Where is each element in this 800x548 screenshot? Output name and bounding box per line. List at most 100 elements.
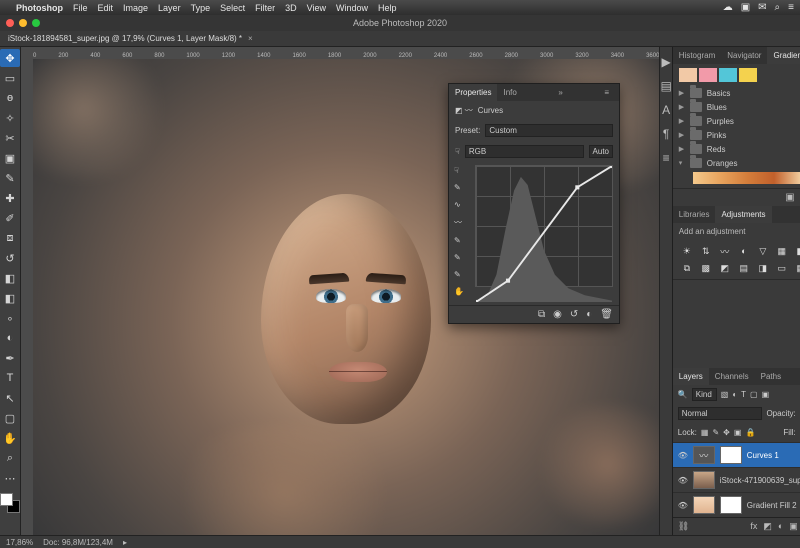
window-maximize-button[interactable] xyxy=(32,19,40,27)
auto-button[interactable]: Auto xyxy=(589,145,613,158)
visibility-icon[interactable]: 👁 xyxy=(678,476,688,485)
tool-wand[interactable]: ✧ xyxy=(0,109,20,127)
bell-icon[interactable]: ✉ xyxy=(758,2,766,13)
gradient-folder-pinks[interactable]: ▶Pinks xyxy=(673,128,800,142)
tool-type[interactable]: T xyxy=(0,369,20,387)
play-icon[interactable]: ▶ xyxy=(661,55,670,69)
window-minimize-button[interactable] xyxy=(19,19,27,27)
adj-curves[interactable]: 〰 xyxy=(717,244,733,258)
menu-select[interactable]: Select xyxy=(220,3,245,13)
menu-file[interactable]: File xyxy=(73,3,88,13)
tool-pen[interactable]: ✒ xyxy=(0,349,20,367)
menu-3d[interactable]: 3D xyxy=(285,3,297,13)
menu-view[interactable]: View xyxy=(307,3,326,13)
gradient-folder-reds[interactable]: ▶Reds xyxy=(673,142,800,156)
panel-menu-icon[interactable]: ≡ xyxy=(663,151,670,165)
clip-icon[interactable]: ⧉ xyxy=(538,309,545,320)
adj-color-lookup[interactable]: ▩ xyxy=(698,261,714,275)
tool-blur[interactable]: ∘ xyxy=(0,309,20,327)
menu-type[interactable]: Type xyxy=(191,3,211,13)
tool-lasso[interactable]: ɵ xyxy=(0,89,20,107)
tool-heal[interactable]: ✚ xyxy=(0,189,20,207)
filter-smart-icon[interactable]: ▣ xyxy=(762,390,770,399)
tab-info[interactable]: Info xyxy=(497,84,522,101)
tool-marquee[interactable]: ▭ xyxy=(0,69,20,87)
lock-artboard-icon[interactable]: ▣ xyxy=(734,428,742,437)
filter-type-icon[interactable]: T xyxy=(741,390,746,399)
reset-icon[interactable]: ↺ xyxy=(570,309,578,320)
menu-icon[interactable]: ≡ xyxy=(788,2,794,13)
finger-icon[interactable]: ☟ xyxy=(455,147,460,156)
new-group-icon[interactable]: ▣ xyxy=(785,192,794,203)
doc-info[interactable]: Doc: 96,8M/123,4M xyxy=(43,538,113,547)
adj-brightness[interactable]: ☀ xyxy=(679,244,695,258)
close-tab-icon[interactable]: × xyxy=(248,34,253,43)
mask-thumb[interactable] xyxy=(720,446,742,464)
smooth-icon[interactable]: ∿ xyxy=(454,200,464,209)
search-icon[interactable]: ⌕ xyxy=(775,2,781,13)
color-swatches[interactable] xyxy=(0,493,20,513)
panel-menu-icon[interactable]: ≡ xyxy=(598,84,615,101)
tool-gradient[interactable]: ◧ xyxy=(0,289,20,307)
curve-icon[interactable]: 〰 xyxy=(454,217,464,228)
tab-properties[interactable]: Properties xyxy=(449,84,497,101)
cloud-icon[interactable]: ☁ xyxy=(723,2,733,13)
adj-invert[interactable]: ◩ xyxy=(717,261,733,275)
tab-paths[interactable]: Paths xyxy=(755,368,787,385)
chevron-right-icon[interactable]: ▸ xyxy=(123,538,127,547)
tool-move[interactable]: ✥ xyxy=(0,49,20,67)
toggle-visibility-icon[interactable]: ◐ xyxy=(586,309,592,320)
hand-icon[interactable]: ✋ xyxy=(454,287,464,296)
adj-hue[interactable]: ▦ xyxy=(774,244,790,258)
lock-transparent-icon[interactable]: ▦ xyxy=(701,428,709,437)
tool-dodge[interactable]: ◐ xyxy=(0,329,20,347)
tab-layers[interactable]: Layers xyxy=(673,368,709,385)
menu-image[interactable]: Image xyxy=(123,3,148,13)
tool-stamp[interactable]: ⧈ xyxy=(0,229,20,247)
blend-mode-select[interactable]: Normal xyxy=(678,407,763,420)
adj-vibrance[interactable]: ▽ xyxy=(755,244,771,258)
filter-adjust-icon[interactable]: ◐ xyxy=(732,390,737,399)
gradient-swatch[interactable] xyxy=(679,68,697,82)
visibility-icon[interactable]: 👁 xyxy=(678,501,688,510)
gradient-folder-oranges[interactable]: ▾Oranges xyxy=(673,156,800,170)
character-panel-icon[interactable]: A xyxy=(662,103,670,117)
app-name[interactable]: Photoshop xyxy=(16,3,63,13)
tab-gradients[interactable]: Gradients xyxy=(767,47,800,64)
tool-brush[interactable]: ✐ xyxy=(0,209,20,227)
adj-threshold[interactable]: ◨ xyxy=(755,261,771,275)
menu-layer[interactable]: Layer xyxy=(158,3,181,13)
curves-graph[interactable] xyxy=(475,165,613,287)
pencil-icon[interactable]: ✎ xyxy=(454,183,464,192)
layer-row[interactable]: 👁 iStock-471900639_super xyxy=(673,467,800,492)
tab-channels[interactable]: Channels xyxy=(709,368,755,385)
paragraph-panel-icon[interactable]: ¶ xyxy=(663,127,669,141)
white-eyedropper-icon[interactable]: ✎ xyxy=(454,270,464,279)
link-layers-icon[interactable]: ⛓ xyxy=(678,521,689,532)
gray-eyedropper-icon[interactable]: ✎ xyxy=(454,253,464,262)
lock-position-icon[interactable]: ✥ xyxy=(723,428,730,437)
layer-row[interactable]: 👁 〰 Curves 1 xyxy=(673,442,800,467)
adj-bw[interactable]: ◧ xyxy=(793,244,800,258)
ruler-horizontal[interactable]: 0200400600800100012001400160018002000220… xyxy=(21,47,659,59)
gradient-swatch[interactable] xyxy=(699,68,717,82)
document-tab[interactable]: iStock-181894581_super.jpg @ 17,9% (Curv… xyxy=(0,31,800,47)
collapse-icon[interactable]: » xyxy=(552,84,568,101)
filter-image-icon[interactable]: ▧ xyxy=(721,390,729,399)
view-previous-icon[interactable]: ◉ xyxy=(553,309,562,320)
tool-path-select[interactable]: ↖ xyxy=(0,389,20,407)
menu-filter[interactable]: Filter xyxy=(255,3,275,13)
adj-selective-color[interactable]: ▦ xyxy=(793,261,800,275)
tool-eraser[interactable]: ◧ xyxy=(0,269,20,287)
adj-exposure[interactable]: ◐ xyxy=(736,244,752,258)
tool-zoom[interactable]: ⌕ xyxy=(0,449,20,467)
gradient-swatch[interactable] xyxy=(739,68,757,82)
tab-adjustments[interactable]: Adjustments xyxy=(715,206,771,223)
window-close-button[interactable] xyxy=(6,19,14,27)
tab-histogram[interactable]: Histogram xyxy=(673,47,721,64)
fx-icon[interactable]: fx xyxy=(750,521,757,532)
gradient-strip-oranges[interactable] xyxy=(693,172,800,184)
visibility-icon[interactable]: 👁 xyxy=(678,451,688,460)
gradient-folder-basics[interactable]: ▶Basics xyxy=(673,86,800,100)
tool-frame[interactable]: ▣ xyxy=(0,149,20,167)
